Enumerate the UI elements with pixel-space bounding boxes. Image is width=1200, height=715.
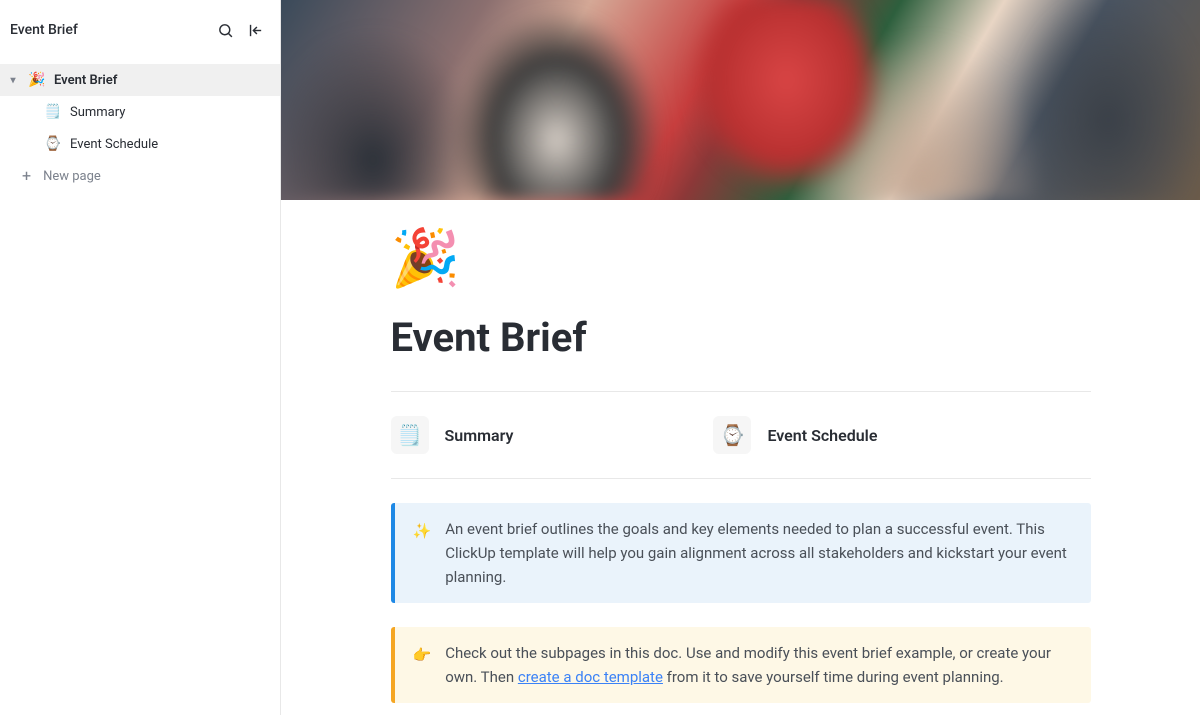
notepad-icon: 🗒️ [391,416,429,454]
callout-text-after: from it to save yourself time during eve… [663,668,1004,686]
new-page-label: New page [43,169,101,184]
watch-icon: ⌚ [713,416,751,454]
sidebar-header: Event Brief [0,0,280,60]
callout-text: An event brief outlines the goals and ke… [445,517,1072,589]
sidebar-item-event-brief[interactable]: ▾ 🎉 Event Brief [0,64,280,96]
subpage-card-summary[interactable]: 🗒️ Summary [391,416,514,454]
cover-image[interactable] [281,0,1200,200]
collapse-sidebar-icon[interactable] [246,21,264,39]
plus-icon: + [22,168,31,184]
sparkle-icon: ✨ [413,519,432,589]
callout-info[interactable]: ✨ An event brief outlines the goals and … [391,503,1091,603]
callout-tip[interactable]: 👉 Check out the subpages in this doc. Us… [391,627,1091,703]
search-icon[interactable] [216,21,234,39]
divider [391,478,1091,479]
subpage-label: Event Schedule [767,426,877,445]
subpage-card-event-schedule[interactable]: ⌚ Event Schedule [713,416,877,454]
pointing-icon: 👉 [413,643,432,689]
sidebar-item-event-schedule[interactable]: ⌚ Event Schedule [0,128,280,160]
sidebar-item-summary[interactable]: 🗒️ Summary [0,96,280,128]
page-emoji[interactable]: 🎉 [391,230,1091,286]
subpages-row: 🗒️ Summary ⌚ Event Schedule [391,392,1091,478]
subpage-label: Summary [445,426,514,445]
sidebar: Event Brief ▾ 🎉 Event Brief 🗒️ Summary ⌚… [0,0,281,715]
sidebar-item-label: Event Brief [54,73,117,88]
main-content: 🎉 Event Brief 🗒️ Summary ⌚ Event Schedul… [281,0,1200,715]
sidebar-tree: ▾ 🎉 Event Brief 🗒️ Summary ⌚ Event Sched… [0,60,280,192]
callout-text: Check out the subpages in this doc. Use … [445,641,1072,689]
party-icon: 🎉 [28,72,46,88]
document-content: 🎉 Event Brief 🗒️ Summary ⌚ Event Schedul… [391,200,1091,715]
sidebar-actions [216,21,264,39]
page-title[interactable]: Event Brief [391,314,1091,361]
create-doc-template-link[interactable]: create a doc template [518,668,663,686]
notepad-icon: 🗒️ [44,104,62,120]
chevron-down-icon[interactable]: ▾ [6,75,20,86]
sidebar-item-label: Event Schedule [70,137,158,152]
new-page-button[interactable]: + New page [0,160,280,192]
sidebar-title: Event Brief [10,22,78,38]
sidebar-item-label: Summary [70,105,125,120]
watch-icon: ⌚ [44,136,62,152]
